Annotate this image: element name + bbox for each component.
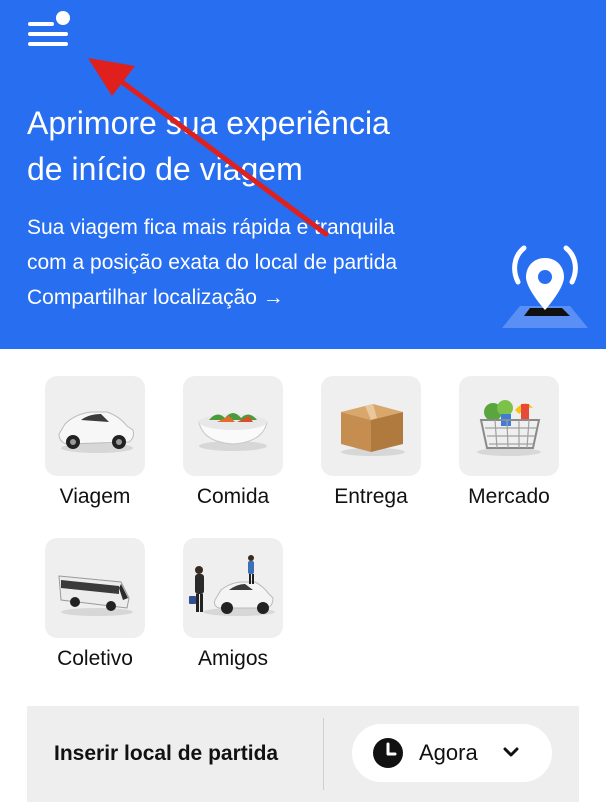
location-pin-illustration (502, 245, 588, 328)
pickup-bar: Inserir local de partida Agora (27, 706, 579, 802)
banner-title: Aprimore sua experiência de início de vi… (27, 100, 467, 192)
notification-dot (56, 11, 70, 25)
service-label: Amigos (197, 647, 269, 670)
menu-icon-bar (28, 22, 54, 26)
service-tile-coletivo[interactable]: Coletivo (35, 538, 155, 688)
share-location-link[interactable]: Compartilhar localização → (27, 280, 284, 315)
chevron-down-icon (503, 747, 519, 757)
schedule-selector[interactable]: Agora (352, 724, 552, 782)
service-label: Viagem (59, 485, 131, 508)
service-tile-mercado[interactable]: Mercado (449, 376, 569, 526)
banner-title-line: Aprimore sua experiência (27, 105, 390, 141)
service-label: Coletivo (57, 647, 133, 670)
menu-button[interactable] (22, 10, 78, 54)
service-tile-entrega[interactable]: Entrega (311, 376, 431, 526)
grocery-basket-icon (459, 376, 559, 476)
banner-description-line: com a posição exata do local de partida (27, 251, 398, 274)
friends-car-icon (183, 538, 283, 638)
bus-icon (45, 538, 145, 638)
pickup-location-input[interactable]: Inserir local de partida (54, 739, 278, 769)
service-tile-amigos[interactable]: Amigos (173, 538, 293, 688)
menu-icon-bar (28, 32, 68, 36)
service-tile-viagem[interactable]: Viagem (35, 376, 155, 526)
banner-title-line: de início de viagem (27, 151, 303, 187)
package-icon (321, 376, 421, 476)
service-label: Mercado (468, 485, 550, 508)
service-tile-comida[interactable]: Comida (173, 376, 293, 526)
menu-icon-bar (28, 42, 68, 46)
location-banner: Aprimore sua experiência de início de vi… (0, 0, 606, 349)
car-icon (45, 376, 145, 476)
schedule-label: Agora (419, 740, 478, 765)
clock-icon (373, 738, 403, 768)
food-bowl-icon (183, 376, 283, 476)
banner-description: Sua viagem fica mais rápida e tranquila … (27, 210, 487, 280)
banner-description-line: Sua viagem fica mais rápida e tranquila (27, 216, 395, 239)
service-label: Comida (196, 485, 270, 508)
divider (323, 718, 324, 790)
service-label: Entrega (334, 485, 408, 508)
